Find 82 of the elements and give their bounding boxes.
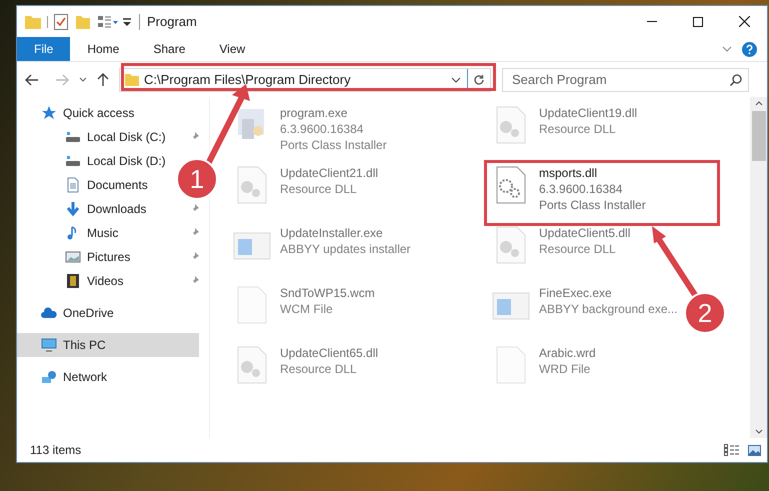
- nav-item[interactable]: This PC: [17, 333, 199, 357]
- search-field[interactable]: Search Program: [502, 68, 749, 92]
- address-path: C:\Program Files\Program Directory: [144, 70, 351, 89]
- file-name: UpdateInstaller.exe: [280, 225, 384, 241]
- item-count: 113 items: [30, 442, 82, 459]
- file-detail: Resource DLL: [539, 241, 617, 257]
- folder-icon: [125, 74, 139, 86]
- scroll-down-icon[interactable]: [754, 429, 762, 434]
- address-bar[interactable]: C:\Program Files\Program Directory: [119, 68, 491, 92]
- file-name: UpdateClient21.dll: [280, 165, 378, 181]
- view-options-icon[interactable]: [98, 14, 118, 28]
- file-name: SndToWP15.wcm: [280, 285, 375, 301]
- file-detail: ABBYY updates installer: [280, 241, 411, 257]
- video-icon: [65, 273, 81, 289]
- file-item[interactable]: FineExec.exe ABBYY background exe...: [491, 285, 678, 341]
- file-item[interactable]: UpdateClient5.dll Resource DLL: [491, 225, 630, 281]
- help-icon[interactable]: [742, 42, 757, 56]
- file-detail: ABBYY background exe...: [539, 301, 678, 317]
- file-item[interactable]: msports.dll 6.3.9600.16384 Ports Class Installer: [491, 165, 646, 221]
- nav-item[interactable]: Local Disk (D:): [17, 149, 166, 173]
- back-arrow-icon[interactable]: [25, 74, 39, 86]
- file-name: msports.dll: [539, 165, 598, 181]
- file-detail: Resource DLL: [280, 181, 358, 197]
- file-name: Arabic.wrd: [539, 345, 596, 361]
- properties-icon[interactable]: [54, 14, 68, 30]
- cloud-icon: [41, 305, 57, 321]
- file-detail: 6.3.9600.16384: [539, 181, 624, 197]
- file-detail: Ports Class Installer: [539, 197, 646, 213]
- file-detail: WCM File: [280, 301, 334, 317]
- ribbon-tab[interactable]: File: [17, 37, 70, 61]
- file-item[interactable]: UpdateInstaller.exe ABBYY updates installer: [232, 225, 411, 281]
- ribbon-tab[interactable]: Share: [136, 37, 202, 61]
- ribbon-tab[interactable]: View: [202, 37, 262, 61]
- file-detail: WRD File: [539, 361, 592, 377]
- file-detail: Ports Class Installer: [280, 137, 387, 153]
- nav-item[interactable]: OneDrive: [17, 301, 114, 325]
- customize-caret-icon[interactable]: [122, 16, 132, 26]
- nav-item[interactable]: Documents: [17, 173, 148, 197]
- file-name: FineExec.exe: [539, 285, 613, 301]
- recent-dropdown-icon[interactable]: [79, 77, 87, 82]
- up-arrow-icon[interactable]: [97, 72, 109, 86]
- file-name: UpdateClient65.dll: [280, 345, 378, 361]
- drive-icon: [65, 129, 81, 145]
- monitor-icon: [41, 337, 57, 353]
- chevron-down-icon[interactable]: [451, 76, 461, 82]
- nav-item[interactable]: Music: [17, 221, 118, 245]
- file-name: program.exe: [280, 105, 348, 121]
- window-title: Program: [147, 12, 197, 31]
- drive-icon: [65, 153, 81, 169]
- download-icon: [65, 201, 81, 217]
- maximize-icon: [693, 16, 703, 26]
- file-detail: Resource DLL: [280, 361, 358, 377]
- nav-item[interactable]: Network: [17, 365, 108, 389]
- picture-icon: [65, 249, 81, 265]
- search-icon: [730, 74, 742, 86]
- nav-item[interactable]: Local Disk (C:): [17, 125, 166, 149]
- nav-item[interactable]: Videos: [17, 269, 124, 293]
- refresh-icon[interactable]: [473, 74, 485, 86]
- file-item[interactable]: UpdateClient21.dll Resource DLL: [232, 165, 378, 221]
- scrollbar[interactable]: [750, 97, 767, 438]
- file-detail: 6.3.9600.16384: [280, 121, 364, 137]
- file-name: UpdateClient19.dll: [539, 105, 638, 121]
- file-item[interactable]: SndToWP15.wcm WCM File: [232, 285, 375, 341]
- nav-item[interactable]: Pictures: [17, 245, 130, 269]
- scrollbar-thumb[interactable]: [752, 111, 766, 161]
- file-item[interactable]: UpdateClient19.dll Resource DLL: [491, 105, 638, 161]
- close-icon: [738, 16, 750, 27]
- file-item[interactable]: Arabic.wrd WRD File: [491, 345, 596, 401]
- large-icons-view-icon[interactable]: [748, 444, 761, 456]
- file-item[interactable]: UpdateClient65.dll Resource DLL: [232, 345, 378, 401]
- document-icon: [65, 177, 81, 193]
- file-detail: Resource DLL: [539, 121, 617, 137]
- file-item[interactable]: program.exe 6.3.9600.16384 Ports Class Installer: [232, 105, 387, 161]
- nav-item[interactable]: Quick access: [17, 101, 134, 125]
- scroll-up-icon[interactable]: [754, 101, 762, 106]
- network-icon: [41, 369, 57, 385]
- nav-item[interactable]: Downloads: [17, 197, 146, 221]
- file-name: UpdateClient5.dll: [539, 225, 630, 241]
- ribbon-tab[interactable]: Home: [70, 37, 136, 61]
- minimize-icon: [647, 21, 657, 22]
- star-icon: [41, 105, 57, 121]
- details-view-icon[interactable]: [724, 444, 740, 456]
